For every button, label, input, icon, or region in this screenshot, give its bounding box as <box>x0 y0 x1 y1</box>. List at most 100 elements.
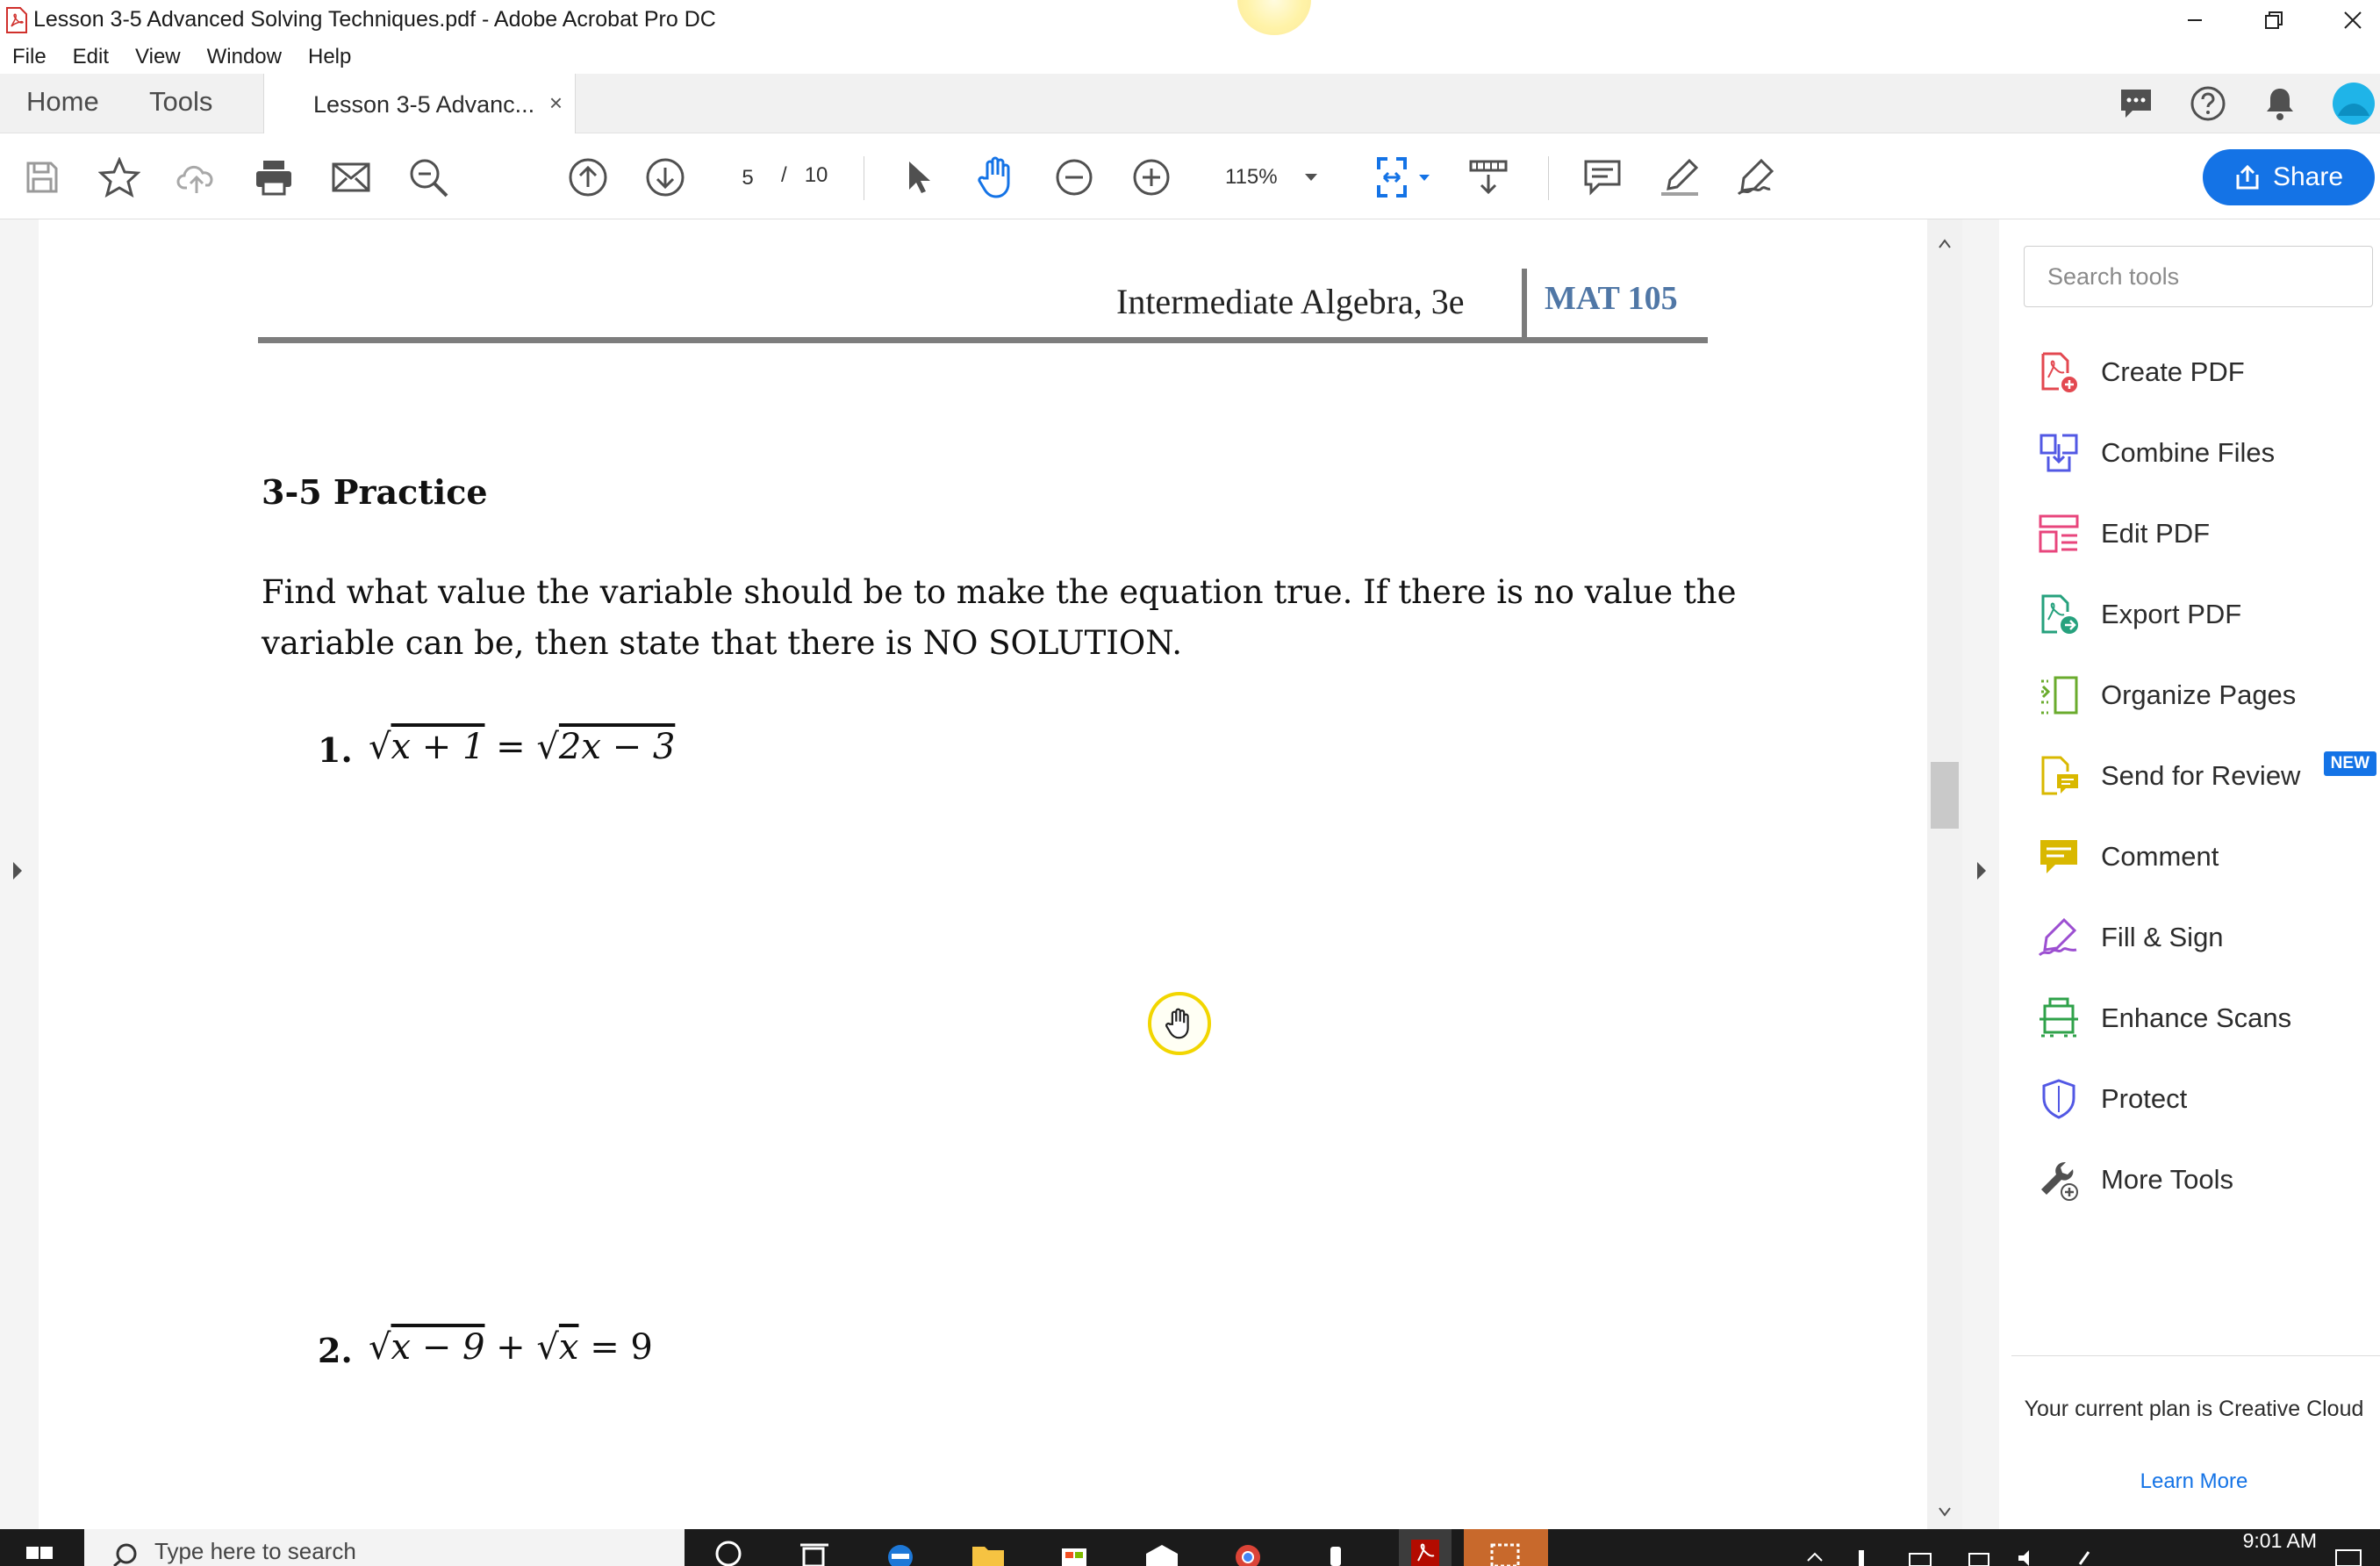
title-bar: Lesson 3-5 Advanced Solving Techniques.p… <box>0 0 2380 40</box>
system-tray[interactable] <box>1790 1534 2141 1566</box>
zoom-select[interactable]: 115% <box>1204 160 1336 195</box>
header-rule <box>258 337 1708 343</box>
tab-document[interactable]: Lesson 3-5 Advanc... × <box>263 74 576 133</box>
tab-home[interactable]: Home <box>26 86 99 118</box>
menu-edit[interactable]: Edit <box>73 45 109 69</box>
comment-icon <box>1584 160 1621 196</box>
zoom-out-button[interactable] <box>1051 154 1097 200</box>
taskbar-clock[interactable]: 9:01 AM <box>2243 1529 2317 1553</box>
highlight-button[interactable] <box>1657 154 1703 200</box>
vertical-scrollbar[interactable] <box>1927 219 1962 1529</box>
page-fit-button[interactable] <box>1369 154 1439 200</box>
tool-label: More Tools <box>2101 1164 2234 1195</box>
menu-help[interactable]: Help <box>308 45 351 69</box>
tab-tools[interactable]: Tools <box>149 86 212 118</box>
tool-create-pdf[interactable]: Create PDF <box>1999 341 2380 402</box>
share-button[interactable]: Share <box>2203 149 2375 205</box>
mail-taskbar-button[interactable] <box>1143 1534 1181 1566</box>
export-pdf-icon <box>2041 594 2078 634</box>
minimize-icon <box>2188 19 2202 21</box>
restore-button[interactable] <box>2234 0 2313 40</box>
notification-center-icon <box>2335 1549 2362 1566</box>
left-pane-toggle[interactable] <box>0 219 39 1529</box>
close-window-button[interactable] <box>2313 0 2380 40</box>
next-page-button[interactable] <box>642 154 688 200</box>
acrobat-taskbar-button[interactable] <box>1399 1529 1452 1566</box>
tab-bar: Home Tools Lesson 3-5 Advanc... × <box>0 74 2380 133</box>
search-icon <box>113 1543 137 1566</box>
section-heading: 3-5 Practice <box>262 472 488 512</box>
app-icon <box>1330 1547 1341 1566</box>
edge-taskbar-button[interactable] <box>881 1534 920 1566</box>
toolbar-divider <box>1548 156 1549 200</box>
chat-button[interactable] <box>2110 74 2162 133</box>
edge-icon <box>888 1545 913 1566</box>
help-button[interactable] <box>2182 74 2234 133</box>
tool-label: Edit PDF <box>2101 518 2211 549</box>
scroll-up-icon[interactable] <box>1938 239 1952 249</box>
menu-view[interactable]: View <box>135 45 181 69</box>
radical-sign: √ <box>369 1327 391 1368</box>
start-button[interactable] <box>23 1534 61 1566</box>
tool-export-pdf[interactable]: Export PDF <box>1999 583 2380 644</box>
tool-send-for-review[interactable]: Send for Review NEW <box>1999 744 2380 806</box>
notifications-button[interactable] <box>2254 74 2306 133</box>
page-number-input[interactable]: 5 <box>720 160 776 195</box>
chrome-icon <box>1236 1545 1260 1566</box>
arrow-down-circle-icon <box>646 158 685 197</box>
save-button[interactable] <box>19 154 65 200</box>
minimize-button[interactable] <box>2155 0 2234 40</box>
profile-avatar[interactable] <box>2327 74 2380 133</box>
bookmark-button[interactable] <box>97 154 142 200</box>
file-explorer-button[interactable] <box>969 1534 1007 1566</box>
close-tab-button[interactable]: × <box>549 90 563 117</box>
scrollbar-thumb[interactable] <box>1931 762 1959 829</box>
scroll-down-icon[interactable] <box>1938 1506 1952 1517</box>
pdf-page[interactable]: Intermediate Algebra, 3e MAT 105 3-5 Pra… <box>39 219 1931 1529</box>
printer-icon <box>256 161 291 196</box>
snipping-taskbar-button[interactable] <box>1464 1529 1548 1566</box>
tool-edit-pdf[interactable]: Edit PDF <box>1999 502 2380 564</box>
hand-tool-button[interactable] <box>974 154 1020 200</box>
email-button[interactable] <box>328 154 374 200</box>
learn-more-link[interactable]: Learn More <box>2017 1469 2371 1494</box>
tool-fill-sign[interactable]: Fill & Sign <box>1999 906 2380 967</box>
toolbar: 5 / 10 115% Share <box>0 133 2380 219</box>
operator: + <box>496 1327 526 1368</box>
wrench-plus-icon <box>2041 1162 2078 1201</box>
tool-combine-files[interactable]: Combine Files <box>1999 421 2380 483</box>
fill-sign-icon <box>2038 917 2077 957</box>
find-button[interactable] <box>405 154 451 200</box>
search-tools-input[interactable] <box>2024 246 2373 307</box>
upload-cloud-button[interactable] <box>174 154 219 200</box>
problem-number: 1. <box>318 730 353 770</box>
tool-more-tools[interactable]: More Tools <box>1999 1148 2380 1210</box>
minus-circle-icon <box>1056 159 1093 196</box>
taskbar-search[interactable]: Type here to search <box>84 1529 685 1566</box>
zoom-in-button[interactable] <box>1129 154 1174 200</box>
scroll-mode-button[interactable] <box>1466 154 1511 200</box>
sign-button[interactable] <box>1734 154 1780 200</box>
select-tool-button[interactable] <box>897 154 943 200</box>
cortana-icon <box>715 1541 742 1566</box>
previous-page-button[interactable] <box>565 154 611 200</box>
store-button[interactable] <box>1055 1534 1093 1566</box>
tool-organize-pages[interactable]: Organize Pages <box>1999 664 2380 725</box>
right-pane-toggle[interactable] <box>1962 219 1999 1529</box>
tool-label: Organize Pages <box>2101 679 2297 710</box>
task-view-button[interactable] <box>795 1534 834 1566</box>
share-icon <box>2236 164 2259 190</box>
print-button[interactable] <box>251 154 297 200</box>
scroll-mode-icon <box>1469 160 1508 195</box>
menu-window[interactable]: Window <box>207 45 282 69</box>
windows-taskbar: Type here to search 9:01 AM <box>0 1529 2380 1566</box>
comment-button[interactable] <box>1580 154 1625 200</box>
tool-protect[interactable]: Protect <box>1999 1067 2380 1129</box>
menu-file[interactable]: File <box>12 45 47 69</box>
action-center-button[interactable] <box>2329 1534 2368 1566</box>
app-taskbar-button[interactable] <box>1316 1534 1355 1566</box>
tool-comment[interactable]: Comment <box>1999 825 2380 887</box>
cortana-button[interactable] <box>709 1534 748 1566</box>
chrome-taskbar-button[interactable] <box>1229 1534 1267 1566</box>
tool-enhance-scans[interactable]: Enhance Scans <box>1999 987 2380 1048</box>
